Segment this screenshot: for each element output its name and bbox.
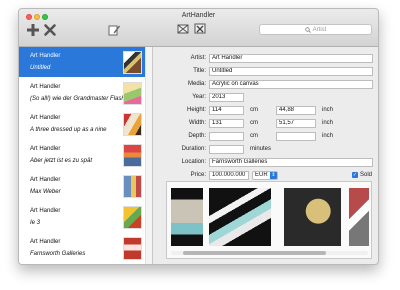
sold-checkbox[interactable]: ✓ [352,172,358,178]
currency-value: EUR [255,172,268,178]
artwork-list: Art Handler Untitled Art Handler (So all… [19,47,153,264]
list-item-title: A three dressed up as a nine [30,127,107,133]
image-gallery [166,181,372,259]
year-label: Year: [192,94,206,100]
window-title: ArtHandler [181,12,216,19]
artwork-thumbnail [123,237,142,260]
height-cm-field[interactable]: 114 [209,106,244,115]
price-field[interactable]: 100.000.000 [209,171,249,180]
gallery-scrollbar-thumb[interactable] [183,251,326,255]
list-item-title: Aber jetzt ist es zu spät [30,158,93,164]
media-label: Media: [187,81,206,87]
depth-inch-field[interactable] [276,132,316,141]
artwork-thumbnail [123,175,142,198]
height-inch-unit: inch [322,107,334,113]
artist-label: Artist: [190,55,206,61]
list-item[interactable]: Art Handler Max Weber [19,171,145,201]
duration-field[interactable] [209,145,244,154]
artwork-thumbnail [123,113,142,136]
year-field[interactable]: 2013 [209,93,244,102]
list-item[interactable]: Art Handler Untitled [19,47,145,77]
gallery-scrollbar[interactable] [171,251,368,255]
width-label: Width: [188,120,206,126]
depth-inch-unit: inch [322,133,334,139]
artwork-thumbnail [123,51,142,74]
list-item-artist: Art Handler [30,53,61,59]
search-placeholder: Artist [312,26,327,33]
list-item-title: Farnsworth Galleries [30,251,86,257]
list-item[interactable]: Art Handler Ie 3 [19,202,145,232]
delete-artwork-button[interactable] [43,23,57,37]
width-inch-field[interactable]: 51,57 [276,119,316,128]
app-window: ArtHandler Artist Art Handler Untitled A… [18,8,379,265]
list-item-artist: Art Handler [30,239,61,245]
image-remove-icon [194,23,206,34]
depth-label: Depth: [188,133,206,139]
search-field[interactable]: Artist [259,24,372,35]
width-cm-unit: cm [250,120,258,126]
gallery-image[interactable] [171,188,203,246]
list-item-artist: Art Handler [30,146,61,152]
chevron-updown-icon: ⇕ [270,172,277,179]
height-label: Height: [186,107,206,113]
list-item-artist: Art Handler [30,115,61,121]
edit-pencil-icon [108,25,120,36]
location-field[interactable]: Farnsworth Galleries [209,158,373,167]
artwork-thumbnail [123,82,142,105]
list-item[interactable]: Art Handler Farnsworth Galleries [19,233,145,263]
duration-unit: minutes [250,146,272,152]
height-cm-unit: cm [250,107,258,113]
title-label: Title: [193,68,206,74]
currency-select[interactable]: EUR ⇕ [252,171,278,180]
gallery-image[interactable] [284,188,341,246]
search-icon [304,26,311,33]
plus-icon [27,24,39,36]
artist-field[interactable]: Art Handler [209,54,373,63]
width-inch-unit: inch [322,120,334,126]
sold-label: Sold [360,172,373,178]
detail-panel: Artist: Art Handler Title: Untitled Medi… [154,47,378,264]
list-item-artist: Art Handler [30,177,61,183]
title-field[interactable]: Untitled [209,67,373,76]
edit-button[interactable] [107,23,121,37]
gallery-image[interactable] [209,188,271,246]
title-bar: ArtHandler Artist [19,9,378,47]
list-item[interactable]: Art Handler (So all!) wie der Grandmaste… [19,78,145,108]
list-item-title: Ie 3 [30,220,41,226]
depth-cm-field[interactable] [209,132,244,141]
gallery-image[interactable] [349,188,369,246]
duration-label: Duration: [181,146,206,152]
price-label: Price: [190,172,206,178]
list-item-artist: Art Handler [30,84,61,90]
list-item-artist: Art Handler [30,208,61,214]
list-scrollbar[interactable] [145,47,152,264]
artwork-thumbnail [123,206,142,229]
media-field[interactable]: Acrylic on canvas [209,80,373,89]
add-artwork-button[interactable] [26,23,40,37]
image-remove-button[interactable] [193,22,207,36]
list-item-title: Untitled [30,65,51,71]
width-cm-field[interactable]: 131 [209,119,244,128]
list-item-title: Max Weber [30,189,61,195]
location-label: Location: [181,159,206,165]
list-item[interactable]: Art Handler Aber jetzt ist es zu spät [19,140,145,170]
delete-x-icon [44,24,56,36]
artwork-thumbnail [123,144,142,167]
height-inch-field[interactable]: 44,88 [276,106,316,115]
list-item-title: (So all!) wie der Grandmaster Flash [30,96,125,102]
image-tool-button[interactable] [176,22,190,36]
depth-cm-unit: cm [250,133,258,139]
image-crop-icon [177,24,189,34]
list-item[interactable]: Art Handler A three dressed up as a nine [19,109,145,139]
